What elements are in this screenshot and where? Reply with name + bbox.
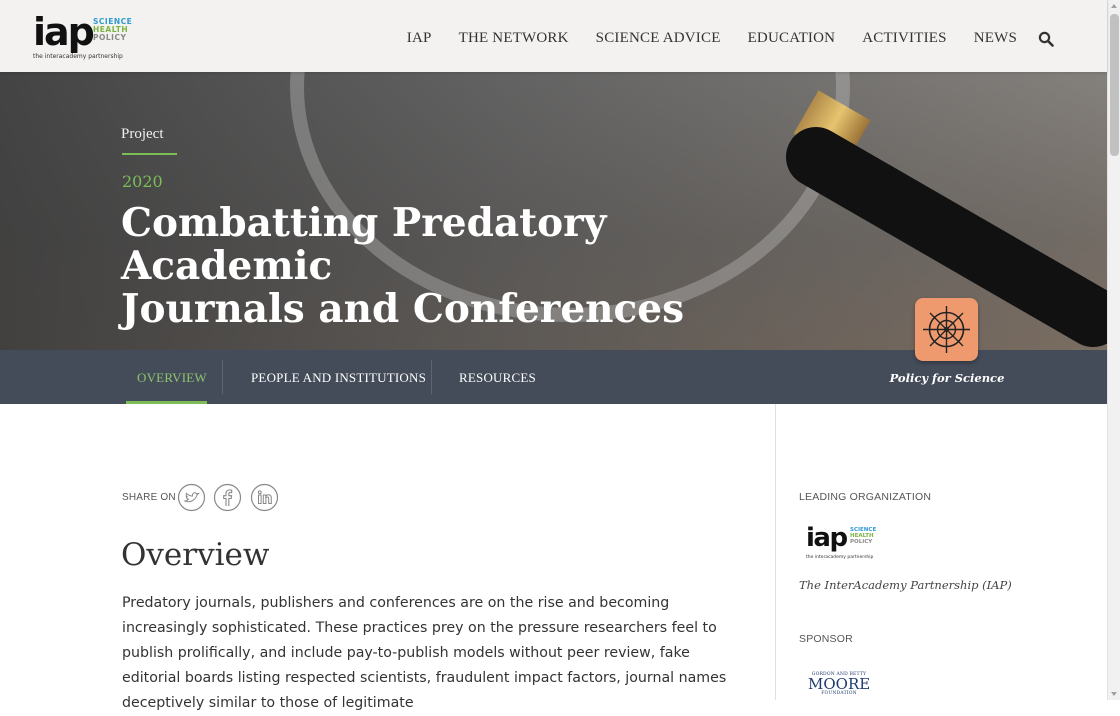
overview-paragraph: Predatory journals, publishers and confe… [122, 595, 727, 711]
logo-policy: POLICY [93, 33, 127, 42]
scroll-down-arrow[interactable] [1111, 692, 1117, 696]
badge-label: Policy for Science [889, 371, 1005, 385]
leading-org-name[interactable]: The InterAcademy Partnership (IAP) [799, 578, 1012, 592]
active-tab-indicator [126, 401, 207, 404]
tab-overview[interactable]: OVERVIEW [137, 370, 207, 386]
sidebar-divider [775, 404, 776, 700]
tab-people-and-institutions[interactable]: PEOPLE AND INSTITUTIONS [251, 370, 426, 386]
nav-iap[interactable]: IAP [407, 30, 432, 47]
side-logo-policy: POLICY [850, 539, 873, 545]
page-scrollbar[interactable] [1107, 0, 1120, 700]
logo-subwords: SCIENCE HEALTH POLICY [93, 18, 132, 42]
nav-the-network[interactable]: THE NETWORK [459, 30, 569, 47]
facebook-icon[interactable] [213, 483, 242, 512]
nav-news[interactable]: NEWS [974, 30, 1017, 47]
scroll-up-arrow[interactable] [1111, 4, 1117, 8]
side-logo-tagline: the interacademy partnership [806, 555, 874, 560]
linkedin-icon[interactable] [250, 483, 279, 512]
title-line-1: Combatting Predatory Academic [121, 200, 607, 289]
nav-education[interactable]: EDUCATION [748, 30, 836, 47]
compass-icon [923, 306, 970, 353]
tab-divider [431, 360, 432, 394]
logo-wordmark: iap [33, 10, 95, 54]
site-header: iap SCIENCE HEALTH POLICY the interacade… [0, 0, 1107, 72]
nav-science-advice[interactable]: SCIENCE ADVICE [596, 30, 721, 47]
tab-resources[interactable]: RESOURCES [459, 370, 536, 386]
project-kicker: Project [121, 126, 164, 142]
page-title: Combatting Predatory Academic Journals a… [121, 202, 741, 331]
iap-logo[interactable]: iap SCIENCE HEALTH POLICY the interacade… [33, 12, 143, 62]
sponsor-label: SPONSOR [799, 633, 853, 645]
leading-org-logo[interactable]: iap SCIENCE HEALTH POLICY the interacade… [806, 524, 896, 564]
scroll-thumb[interactable] [1110, 14, 1119, 156]
share-label: SHARE ON [122, 492, 176, 503]
tab-divider [222, 360, 223, 394]
moore-logo-main: MOORE [808, 675, 871, 693]
nav-activities[interactable]: ACTIVITIES [862, 30, 947, 47]
side-logo-wordmark: iap [806, 523, 848, 553]
twitter-icon[interactable] [177, 483, 206, 512]
search-icon[interactable] [1038, 31, 1054, 47]
side-logo-subwords: SCIENCE HEALTH POLICY [850, 527, 876, 545]
moore-foundation-logo[interactable]: GORDON AND BETTY MOORE FOUNDATION [808, 672, 870, 700]
policy-for-science-badge[interactable] [915, 298, 978, 361]
leading-organization-label: LEADING ORGANIZATION [799, 491, 932, 503]
kicker-underline [122, 153, 177, 155]
logo-tagline: the interacademy partnership [33, 53, 123, 60]
project-year: 2020 [122, 172, 163, 191]
main-nav: IAP THE NETWORK SCIENCE ADVICE EDUCATION… [407, 30, 1017, 47]
title-line-2: Journals and Conferences [121, 286, 685, 332]
overview-heading: Overview [121, 537, 270, 573]
